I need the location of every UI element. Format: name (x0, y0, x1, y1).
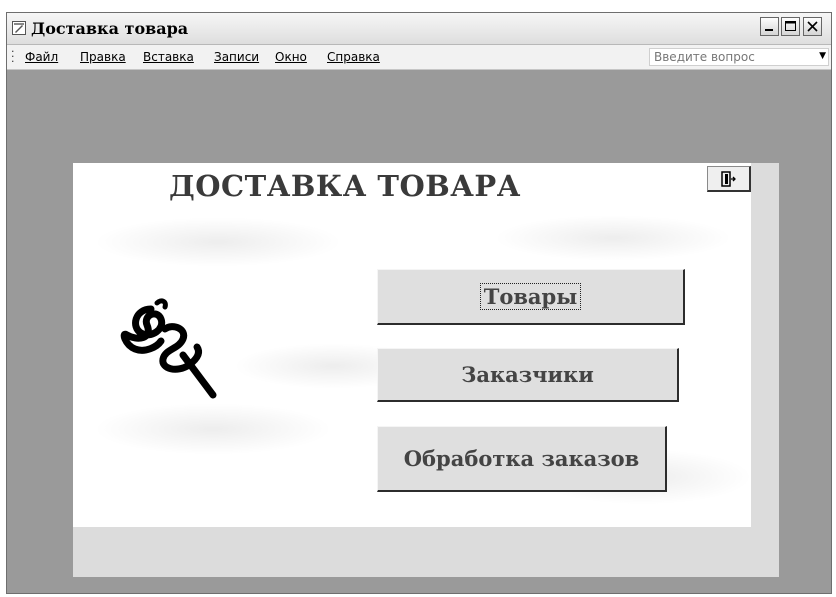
background-texture (93, 403, 333, 455)
menu-edit[interactable]: Правка (80, 50, 126, 64)
orders-processing-button[interactable]: Обработка заказов (377, 426, 667, 492)
customers-button[interactable]: Заказчики (377, 348, 679, 402)
window-title: Доставка товара (31, 19, 189, 38)
goods-button[interactable]: Товары (377, 269, 685, 325)
handwritten-logo (120, 298, 217, 399)
dropdown-arrow-icon[interactable]: ▼ (819, 51, 826, 61)
customers-button-label: Заказчики (461, 362, 594, 387)
exit-door-icon (721, 171, 736, 187)
toolbar-grip-icon[interactable]: · · · (11, 46, 15, 67)
close-button[interactable] (803, 17, 822, 36)
menu-records[interactable]: Записи (214, 50, 259, 64)
background-texture (93, 217, 343, 267)
switchboard-form: ДОСТАВКА ТОВАРА Товары Заказчики Обработ… (73, 163, 779, 577)
ask-question-placeholder: Введите вопрос (654, 50, 755, 64)
background-texture (493, 215, 733, 261)
goods-button-label: Товары (479, 283, 582, 310)
orders-button-label: Обработка заказов (403, 446, 640, 471)
menu-file[interactable]: Файл (25, 50, 58, 64)
maximize-button[interactable] (781, 17, 800, 36)
menu-window[interactable]: Окно (275, 50, 307, 64)
form-title: ДОСТАВКА ТОВАРА (169, 169, 521, 203)
exit-button[interactable] (707, 166, 751, 192)
form-body: ДОСТАВКА ТОВАРА Товары Заказчики Обработ… (73, 163, 753, 527)
menu-help[interactable]: Справка (327, 50, 380, 64)
ask-question-input[interactable]: Введите вопрос ▼ (649, 48, 829, 66)
app-form-icon[interactable] (12, 21, 26, 35)
app-window: Доставка товара · · · Файл Правка Вставка … (6, 12, 832, 594)
menu-bar: · · · Файл Правка Вставка Записи Окно Спра… (7, 45, 831, 70)
minimize-button[interactable] (760, 17, 779, 36)
title-bar[interactable]: Доставка товара (7, 13, 831, 45)
menu-insert[interactable]: Вставка (143, 50, 194, 64)
